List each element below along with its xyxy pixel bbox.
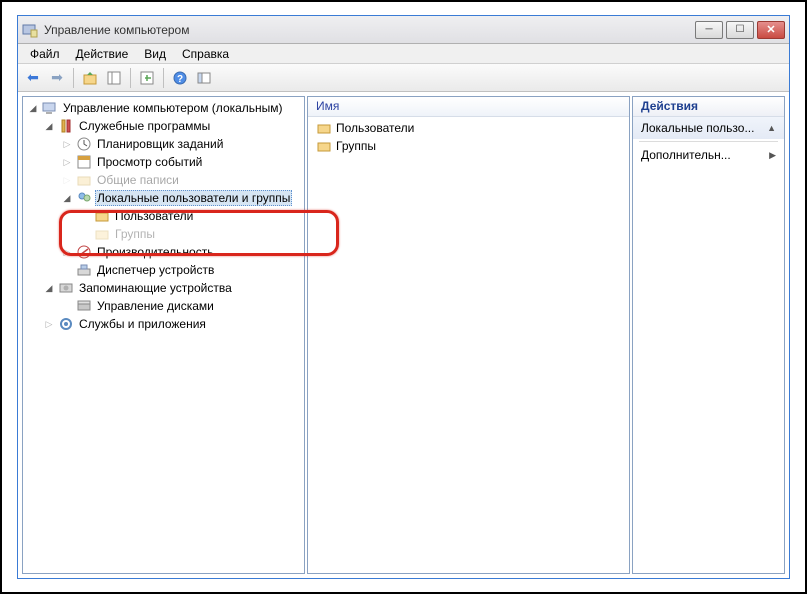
action-selected-label: Локальные пользо... (641, 121, 754, 135)
tools-icon (58, 118, 74, 134)
tree-shared[interactable]: ▷ Общие паписи (23, 171, 304, 189)
computer-icon (42, 100, 58, 116)
device-icon (76, 262, 92, 278)
tree-performance[interactable]: ▷ Производительность (23, 243, 304, 261)
tree-events[interactable]: ▷ Просмотр событий (23, 153, 304, 171)
folder-icon (94, 226, 110, 242)
collapse-icon[interactable]: ◢ (61, 192, 73, 204)
app-icon (22, 22, 38, 38)
action-more[interactable]: Дополнительн... ▶ (633, 144, 784, 166)
collapse-icon[interactable]: ◢ (27, 102, 39, 114)
divider (639, 141, 778, 142)
tree-local-users-groups[interactable]: ◢ Локальные пользователи и группы (23, 189, 304, 207)
close-button[interactable]: ✕ (757, 21, 785, 39)
list-item-label: Группы (336, 139, 376, 153)
expand-icon[interactable]: ▷ (61, 156, 73, 168)
tree-pane: ◢ Управление компьютером (локальным) ◢ С… (22, 96, 305, 574)
expand-icon[interactable]: ▷ (61, 138, 73, 150)
separator (130, 68, 131, 88)
menu-file[interactable]: Файл (22, 45, 68, 63)
separator (163, 68, 164, 88)
list-item-label: Пользователи (336, 121, 414, 135)
column-header-name[interactable]: Имя (308, 97, 629, 117)
folder-icon (76, 172, 92, 188)
expand-icon[interactable]: ▷ (43, 318, 55, 330)
menu-help[interactable]: Справка (174, 45, 237, 63)
tree-device-manager[interactable]: Диспетчер устройств (23, 261, 304, 279)
tree-disk-management[interactable]: Управление дисками (23, 297, 304, 315)
up-button[interactable] (79, 67, 101, 89)
properties-button[interactable] (103, 67, 125, 89)
action-more-label: Дополнительн... (641, 148, 731, 162)
back-button[interactable]: ⬅ (22, 67, 44, 89)
help-button[interactable]: ? (169, 67, 191, 89)
clock-icon (76, 136, 92, 152)
separator (73, 68, 74, 88)
action-selected[interactable]: Локальные пользо... ▲ (633, 117, 784, 139)
window-title: Управление компьютером (44, 23, 695, 37)
minimize-button[interactable]: ─ (695, 21, 723, 39)
collapse-icon[interactable]: ◢ (43, 282, 55, 294)
refresh-button[interactable] (136, 67, 158, 89)
tree-root[interactable]: ◢ Управление компьютером (локальным) (23, 99, 304, 117)
list-item[interactable]: Группы (308, 137, 629, 155)
menu-view[interactable]: Вид (136, 45, 174, 63)
forward-button[interactable]: ➡ (46, 67, 68, 89)
expand-icon[interactable]: ▷ (61, 246, 73, 258)
storage-icon (58, 280, 74, 296)
collapse-icon[interactable]: ▲ (767, 123, 776, 133)
tree-groups[interactable]: Группы (23, 225, 304, 243)
tree-services[interactable]: ▷ Службы и приложения (23, 315, 304, 333)
toolbar: ⬅ ➡ ? (18, 64, 789, 92)
actions-header: Действия (633, 97, 784, 117)
folder-icon (94, 208, 110, 224)
tree-utilities[interactable]: ◢ Служебные программы (23, 117, 304, 135)
chevron-right-icon: ▶ (769, 150, 776, 161)
folder-icon (316, 120, 332, 136)
menubar: Файл Действие Вид Справка (18, 44, 789, 64)
tree-scheduler[interactable]: ▷ Планировщик заданий (23, 135, 304, 153)
perf-icon (76, 244, 92, 260)
users-icon (76, 190, 92, 206)
folder-icon (316, 138, 332, 154)
titlebar: Управление компьютером ─ ☐ ✕ (18, 16, 789, 44)
disk-icon (76, 298, 92, 314)
svg-text:?: ? (177, 74, 183, 85)
list-item[interactable]: Пользователи (308, 119, 629, 137)
show-hide-button[interactable] (193, 67, 215, 89)
menu-action[interactable]: Действие (68, 45, 137, 63)
events-icon (76, 154, 92, 170)
actions-pane: Действия Локальные пользо... ▲ Дополните… (632, 96, 785, 574)
services-icon (58, 316, 74, 332)
tree-users[interactable]: Пользователи (23, 207, 304, 225)
list-pane: Имя Пользователи Группы (307, 96, 630, 574)
expand-icon[interactable]: ▷ (61, 174, 73, 186)
collapse-icon[interactable]: ◢ (43, 120, 55, 132)
maximize-button[interactable]: ☐ (726, 21, 754, 39)
tree-storage[interactable]: ◢ Запоминающие устройства (23, 279, 304, 297)
